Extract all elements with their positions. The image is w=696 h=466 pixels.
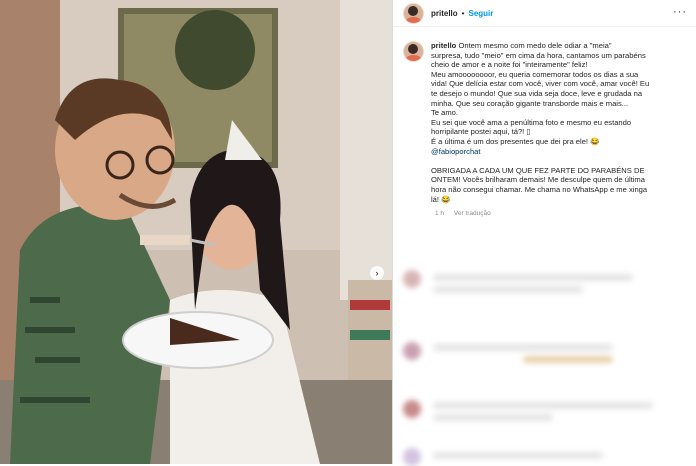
comment-blur [433,286,583,293]
caption-line: É a última é um dos presentes que dei pr… [431,136,600,146]
avatar[interactable] [403,2,424,24]
caption-line: lá! 😂 [431,194,451,204]
comment-blur [433,274,633,281]
caption-line: hora não consegui chamar. Me chama no Wh… [431,184,648,194]
couple-cake-photo [0,0,392,464]
caption-line: ONTEM! Vocês brilharam demais! Me descul… [431,175,645,185]
caption-text: pritello Ontem mesmo com medo dele odiar… [431,41,685,204]
post-time: 1 h [435,210,445,218]
caption-meta: 1 h Ver tradução [435,210,696,217]
post-side-panel: pritello • Seguir ··· pritello Ontem mes… [392,0,696,466]
caption-line: cheio de amor e a noite foi "inteirament… [431,60,588,70]
follow-button[interactable]: Seguir [468,9,493,18]
comment-avatar [403,270,421,288]
caption-line: Meu amoooooooor, eu queria comemorar tod… [431,69,639,79]
blurred-comments [393,252,696,466]
mention-link[interactable]: @fabioporchat [431,147,685,157]
comment-blur [433,344,613,351]
caption-username[interactable]: pritello [431,41,456,50]
comment-avatar [403,448,421,466]
caption-line: minha. Que seu coração gigante transbord… [431,98,629,108]
caption-line: horripilante postei aqui, tá?! ▯ [431,127,531,137]
caption-line: Eu sei que você ama a penúltima foto e m… [431,117,632,127]
comment-blur [523,356,613,363]
post-header: pritello • Seguir ··· [393,0,696,27]
comment-blur [433,402,653,409]
comment-blur [433,414,553,421]
caption-line: te desejo o mundo! Que sua vida seja doc… [431,88,643,98]
translate-link[interactable]: Ver tradução [454,210,491,217]
caption: pritello Ontem mesmo com medo dele odiar… [393,27,696,204]
next-photo-button[interactable]: › [370,266,384,280]
caption-line: Te amo. [431,108,459,118]
caption-line: vida! Que delícia estar com você, viver … [431,79,650,89]
post-photo: › [0,0,392,464]
comment-avatar [403,342,421,360]
caption-line: OBRIGADA A CADA UM QUE FEZ PARTE DO PARA… [431,165,645,175]
post-username[interactable]: pritello [431,9,458,18]
caption-line: Ontem mesmo com medo dele odiar a "meia" [456,41,612,50]
comment-blur [433,452,603,459]
more-options-icon[interactable]: ··· [673,6,687,18]
caption-avatar[interactable] [403,41,424,62]
caption-line: surpresa, tudo "meio" em cima da hora, c… [431,50,646,60]
comment-avatar [403,400,421,418]
separator-dot: • [461,8,465,18]
